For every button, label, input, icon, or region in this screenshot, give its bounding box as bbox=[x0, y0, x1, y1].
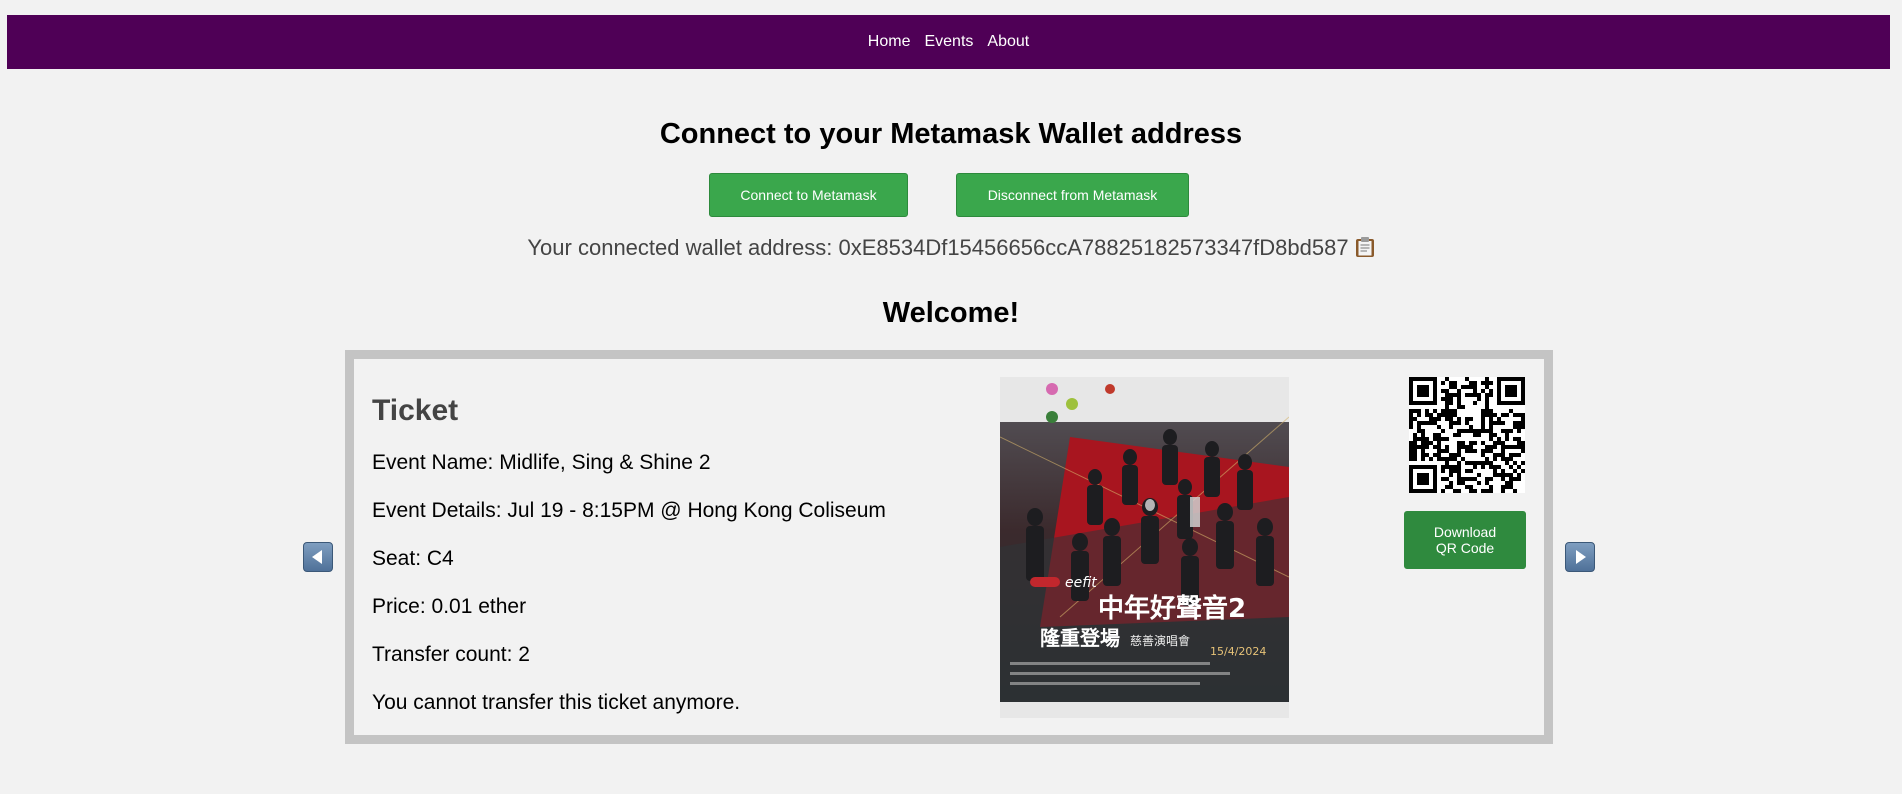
svg-text:中年好聲音2: 中年好聲音2 bbox=[1098, 593, 1246, 624]
connect-metamask-button[interactable]: Connect to Metamask bbox=[709, 173, 908, 217]
ticket-transfer-count: Transfer count: 2 bbox=[372, 643, 530, 666]
ticket-event-name: Event Name: Midlife, Sing & Shine 2 bbox=[372, 451, 711, 474]
nav-home-link[interactable]: Home bbox=[868, 33, 911, 51]
ticket-card: Ticket Event Name: Midlife, Sing & Shine… bbox=[345, 350, 1553, 744]
clipboard-icon[interactable] bbox=[1355, 236, 1375, 258]
arrow-right-icon bbox=[1576, 550, 1586, 564]
event-poster-image: eefit 中年好聲音2 隆重登場 慈善演唱會 15/4/2024 bbox=[1000, 377, 1289, 718]
download-label-line2: QR Code bbox=[1435, 540, 1495, 556]
previous-ticket-button[interactable] bbox=[303, 542, 333, 572]
wallet-address-label: Your connected wallet address: bbox=[527, 235, 839, 260]
welcome-heading: Welcome! bbox=[882, 297, 1020, 329]
svg-text:eefit: eefit bbox=[1065, 575, 1097, 591]
nav-events-link[interactable]: Events bbox=[924, 33, 973, 51]
ticket-price: Price: 0.01 ether bbox=[372, 595, 527, 618]
wallet-address-value: 0xE8534Df15456656ccA78825182573347fD8bd5… bbox=[838, 235, 1349, 260]
ticket-event-details: Event Details: Jul 19 - 8:15PM @ Hong Ko… bbox=[372, 499, 886, 522]
svg-text:慈善演唱會: 慈善演唱會 bbox=[1130, 633, 1190, 648]
svg-text:隆重登場: 隆重登場 bbox=[1040, 626, 1120, 650]
connect-title: Connect to your Metamask Wallet address bbox=[659, 118, 1243, 150]
download-label-line1: Download bbox=[1433, 524, 1497, 540]
download-qr-code-button[interactable]: Download QR Code bbox=[1404, 511, 1526, 569]
ticket-transfer-note: You cannot transfer this ticket anymore. bbox=[372, 691, 741, 714]
svg-text:15/4/2024: 15/4/2024 bbox=[1210, 645, 1266, 658]
wallet-address-line: Your connected wallet address: 0xE8534Df… bbox=[0, 235, 1902, 261]
disconnect-metamask-button[interactable]: Disconnect from Metamask bbox=[956, 173, 1189, 217]
nav-about-link[interactable]: About bbox=[987, 33, 1029, 51]
next-ticket-button[interactable] bbox=[1565, 542, 1595, 572]
ticket-heading: Ticket bbox=[372, 394, 459, 427]
arrow-left-icon bbox=[312, 550, 322, 564]
top-navbar: Home Events About bbox=[7, 15, 1890, 69]
ticket-seat: Seat: C4 bbox=[372, 547, 454, 570]
ticket-qr-code bbox=[1409, 377, 1525, 493]
